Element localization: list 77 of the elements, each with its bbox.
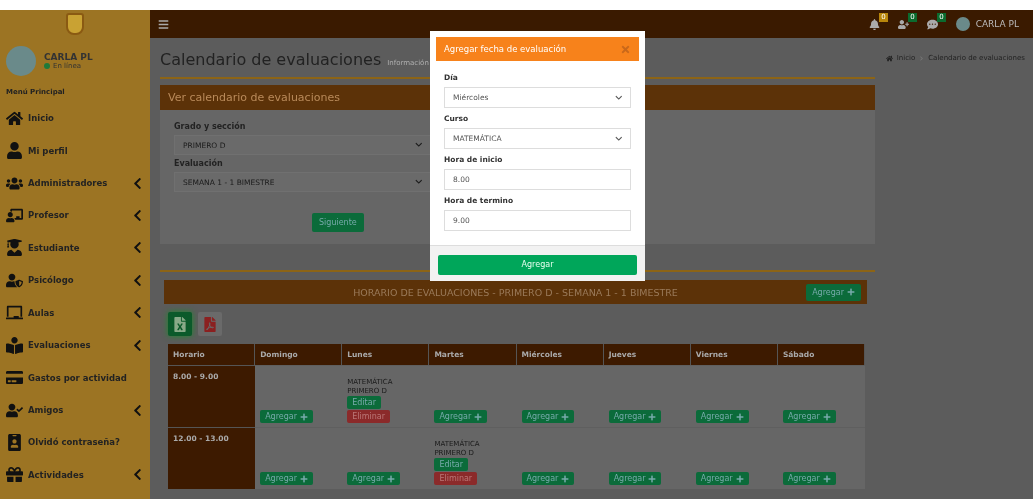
add-button[interactable]: Agregar	[521, 410, 575, 423]
sidebar-item[interactable]: Amigos	[6, 393, 144, 427]
add-button[interactable]: Agregar	[608, 472, 662, 485]
plus-icon	[300, 474, 308, 483]
delete-button[interactable]: Eliminar	[434, 472, 478, 485]
sidebar-item[interactable]: Aulas	[6, 296, 144, 329]
schedule-title: HORARIO DE EVALUACIONES - PRIMERO D - SEMANA 1 - 1 BIMESTRE	[353, 286, 678, 298]
school-crest-logo	[66, 13, 84, 35]
plus-icon	[735, 474, 744, 483]
avatar[interactable]	[955, 17, 970, 31]
add-button[interactable]: Agregar	[521, 472, 575, 485]
plus-icon	[648, 474, 657, 483]
user-plus-icon[interactable]	[897, 18, 909, 30]
excel-file-icon	[174, 316, 186, 332]
add-button[interactable]: Agregar	[782, 472, 836, 485]
menu-item-icon	[6, 239, 23, 257]
edit-button[interactable]: Editar	[347, 396, 381, 409]
chevron-down-icon	[614, 93, 622, 102]
menu-item-icon	[6, 466, 23, 484]
page-title: Calendario de evaluaciones	[160, 50, 382, 69]
home-icon	[885, 54, 893, 62]
add-button[interactable]: Agregar	[695, 472, 749, 485]
sidebar-item[interactable]: Mi perfil	[6, 134, 144, 167]
menu-item-icon	[6, 369, 23, 387]
sidebar-item[interactable]: Profesor	[6, 199, 144, 232]
sidebar-item[interactable]: Psicólogo	[6, 264, 144, 297]
add-button[interactable]: Agregar	[608, 410, 662, 423]
pdf-file-icon	[204, 316, 216, 332]
submit-button[interactable]: Agregar	[438, 254, 637, 275]
add-button[interactable]: Agregar	[782, 410, 836, 423]
add-button[interactable]: Agregar	[260, 410, 313, 423]
delete-button[interactable]: Eliminar	[347, 410, 391, 423]
chevron-down-icon	[614, 134, 622, 143]
modal-title: Agregar fecha de evaluación	[444, 44, 567, 54]
sidebar-item[interactable]: Estudiante	[6, 231, 144, 265]
menu-item-icon	[6, 401, 23, 419]
chat-icon[interactable]	[926, 18, 938, 30]
plus-icon	[300, 412, 308, 421]
sidebar-item[interactable]: Inicio	[6, 102, 144, 135]
menu-icon[interactable]	[158, 18, 169, 30]
plus-icon	[561, 474, 570, 483]
field-label: Grado y sección	[174, 122, 247, 131]
user-name[interactable]: CARLA PL	[975, 19, 1019, 29]
plus-icon	[822, 412, 831, 421]
sidebar-item[interactable]: Gastos por actividad	[6, 361, 144, 394]
sidebar-item[interactable]: Olvidó contraseña?	[6, 426, 144, 459]
sidebar-item[interactable]: Actividades	[6, 458, 144, 492]
menu-item-icon	[6, 304, 23, 322]
menu-item-icon	[6, 206, 23, 224]
bell-icon[interactable]	[868, 18, 880, 30]
menu-item-icon	[6, 271, 23, 289]
status-dot	[44, 63, 50, 69]
add-button[interactable]: Agregar	[260, 472, 313, 485]
plus-icon	[561, 412, 570, 421]
sidebar-item[interactable]: Evaluaciones	[6, 328, 144, 362]
chevron-down-icon	[414, 141, 422, 149]
menu-item-icon	[6, 336, 23, 354]
plus-icon	[847, 288, 855, 296]
add-button[interactable]: Agregar	[695, 410, 749, 423]
next-button[interactable]: Siguiente	[312, 213, 364, 232]
plus-icon	[648, 412, 657, 421]
add-button[interactable]: Agregar	[434, 410, 488, 423]
menu-item-icon	[6, 142, 23, 160]
menu-item-icon	[6, 433, 23, 451]
user-name: CARLA PL	[44, 52, 93, 62]
add-button[interactable]: Agregar	[806, 283, 861, 301]
edit-button[interactable]: Editar	[434, 458, 469, 471]
sidebar-item[interactable]: Administradores	[6, 166, 144, 200]
plus-icon	[822, 474, 831, 483]
add-button[interactable]: Agregar	[347, 472, 401, 485]
plus-icon	[387, 474, 396, 483]
menu-item-icon	[6, 109, 23, 127]
avatar	[6, 46, 36, 76]
chevron-down-icon	[414, 178, 422, 186]
excel-export-button[interactable]	[168, 312, 192, 336]
plus-icon	[474, 412, 483, 421]
plus-icon	[735, 412, 744, 421]
